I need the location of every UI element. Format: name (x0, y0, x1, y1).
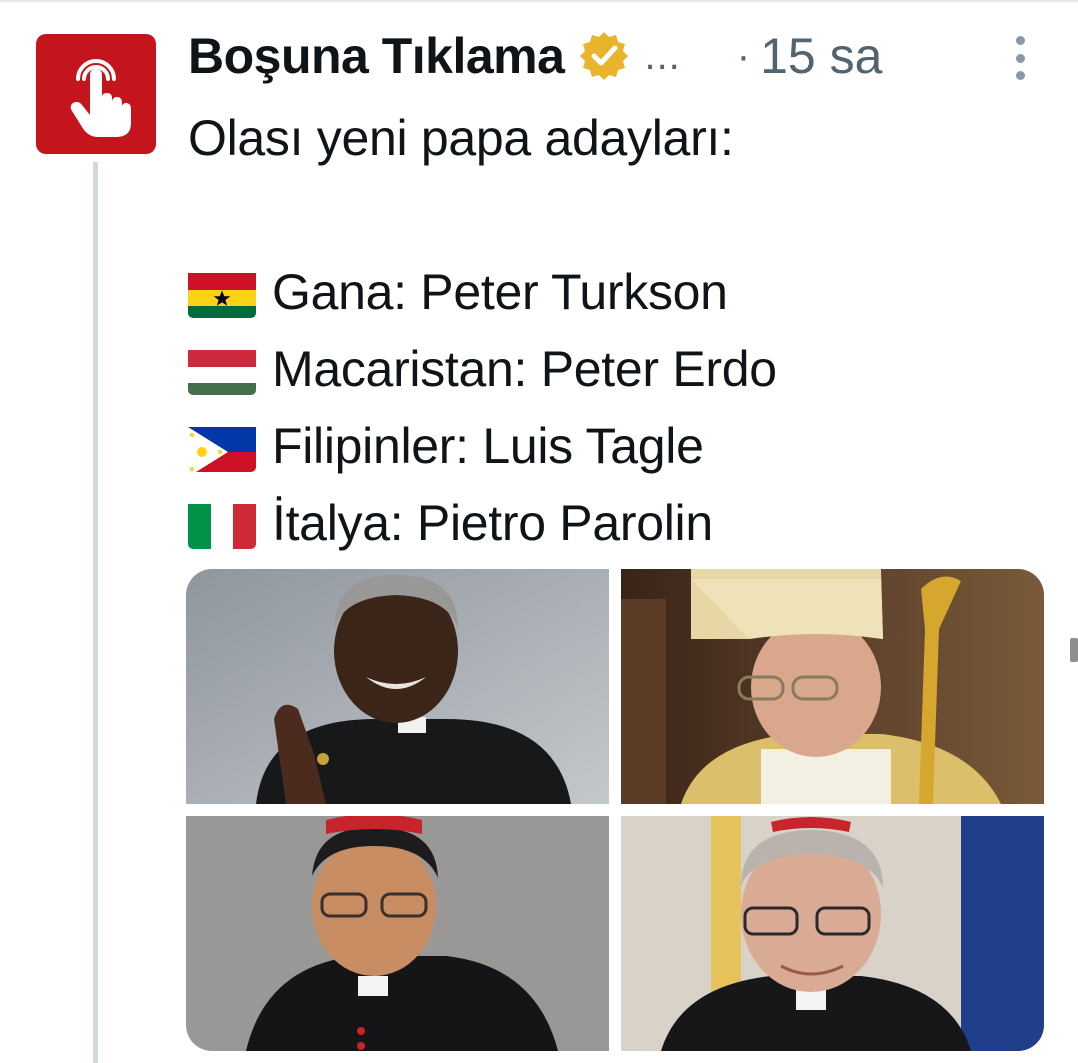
thread-line (93, 162, 98, 1063)
more-dot (1015, 71, 1025, 80)
more-options-button[interactable] (1008, 36, 1032, 80)
tweet-card[interactable]: Boşuna Tıklama ... · 15 sa Olası yeni pa… (0, 0, 1078, 1063)
photo-pietro-parolin[interactable] (621, 816, 1044, 1051)
tap-finger-icon (70, 59, 131, 137)
tweet-timestamp[interactable]: 15 sa (760, 27, 882, 85)
scrollbar-thumb[interactable] (1070, 638, 1078, 662)
italy-flag-icon (188, 499, 256, 549)
candidate-text: İtalya: Pietro Parolin (272, 495, 713, 551)
media-grid (186, 569, 1044, 1051)
meta-separator: · (736, 33, 751, 78)
candidate-line: Gana: Peter Turkson (188, 254, 1048, 331)
name-truncation: ... (644, 33, 681, 78)
candidate-text: Macaristan: Peter Erdo (272, 341, 777, 397)
candidate-text: Filipinler: Luis Tagle (272, 418, 704, 474)
divider (0, 0, 1078, 2)
tweet-intro: Olası yeni papa adayları: (188, 110, 734, 166)
candidate-line: Filipinler: Luis Tagle (188, 408, 1048, 485)
more-dot (1015, 36, 1025, 45)
tweet-body: Olası yeni papa adayları: Gana: Peter Tu… (188, 100, 1048, 562)
candidate-line: Macaristan: Peter Erdo (188, 331, 1048, 408)
tweet-header: Boşuna Tıklama ... · 15 sa (188, 24, 1038, 88)
ghana-flag-icon (188, 268, 256, 318)
photo-luis-tagle[interactable] (186, 816, 609, 1051)
philippines-flag-icon (188, 422, 256, 472)
photo-peter-erdo[interactable] (621, 569, 1044, 804)
author-name[interactable]: Boşuna Tıklama (188, 27, 565, 85)
verified-badge-icon[interactable] (578, 30, 630, 82)
more-dot (1015, 53, 1025, 63)
photo-peter-turkson[interactable] (186, 569, 609, 804)
candidate-line: İtalya: Pietro Parolin (188, 485, 1048, 562)
hungary-flag-icon (188, 345, 256, 395)
candidate-text: Gana: Peter Turkson (272, 264, 728, 320)
author-avatar[interactable] (36, 34, 156, 154)
